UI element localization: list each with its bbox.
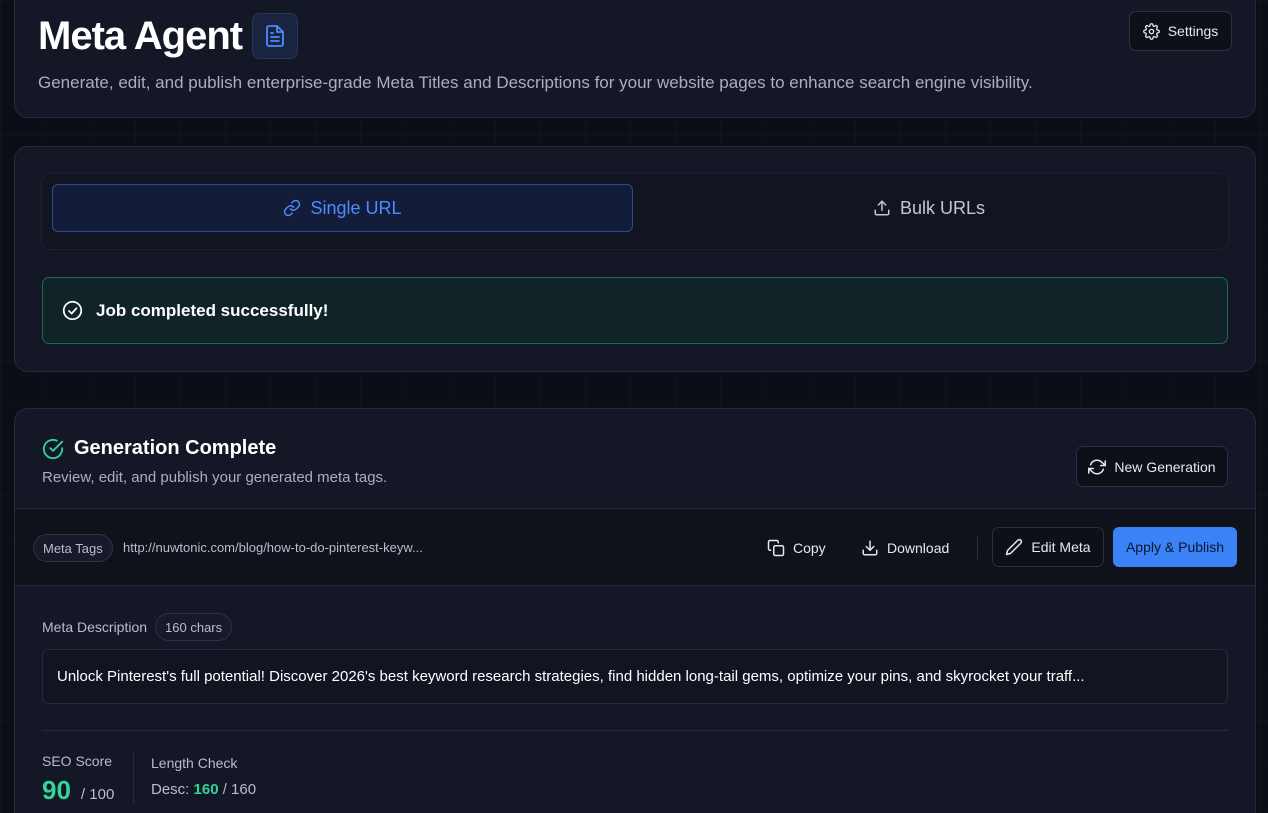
- settings-label: Settings: [1167, 23, 1219, 39]
- pencil-icon: [1005, 538, 1023, 556]
- mode-tabs: Single URL Bulk URLs: [41, 173, 1229, 250]
- char-count-badge: 160 chars: [155, 613, 233, 641]
- edit-meta-label: Edit Meta: [1031, 539, 1091, 555]
- tab-bulk-urls[interactable]: Bulk URLs: [639, 184, 1219, 232]
- edit-meta-button[interactable]: Edit Meta: [992, 527, 1104, 567]
- copy-button[interactable]: Copy: [767, 536, 826, 560]
- results-subtitle: Review, edit, and publish your generated…: [42, 469, 388, 486]
- new-generation-button[interactable]: New Generation: [1076, 446, 1228, 487]
- status-message: Job completed successfully!: [96, 300, 329, 320]
- status-banner: Job completed successfully!: [42, 277, 1228, 344]
- length-check-row: Desc: 160 / 160: [151, 781, 256, 798]
- upload-icon: [873, 199, 891, 217]
- download-icon: [861, 539, 879, 557]
- tab-label: Single URL: [310, 197, 402, 218]
- download-button[interactable]: Download: [861, 536, 949, 560]
- check-circle-icon: [42, 438, 64, 460]
- desc-prefix: Desc:: [151, 781, 190, 798]
- gear-icon: [1142, 22, 1160, 40]
- settings-button[interactable]: Settings: [1129, 11, 1232, 51]
- document-icon: [252, 13, 299, 59]
- check-circle-icon: [62, 300, 83, 321]
- header-card: Meta Agent Generate, edit, and publish e…: [14, 0, 1256, 118]
- app-title: Meta Agent: [38, 13, 243, 58]
- results-title-row: Generation Complete: [42, 437, 276, 460]
- seo-score-row: 90 / 100: [42, 775, 114, 806]
- tab-single-url[interactable]: Single URL: [52, 184, 633, 232]
- page-subtitle: Generate, edit, and publish enterprise-g…: [38, 73, 1033, 92]
- results-card: Generation Complete Review, edit, and pu…: [14, 408, 1256, 813]
- copy-icon: [767, 539, 785, 557]
- new-generation-label: New Generation: [1114, 458, 1216, 475]
- description-label-row: Meta Description 160 chars: [42, 613, 233, 641]
- apply-publish-button[interactable]: Apply & Publish: [1113, 527, 1237, 567]
- meta-toolbar: Meta Tags http://nuwtonic.com/blog/how-t…: [15, 508, 1255, 586]
- copy-label: Copy: [793, 540, 826, 556]
- meta-description-label: Meta Description: [42, 619, 148, 635]
- length-check-label: Length Check: [151, 755, 238, 771]
- seo-score-value: 90: [42, 775, 71, 805]
- stats-separator: [133, 752, 134, 804]
- seo-score-label: SEO Score: [42, 753, 113, 769]
- mode-card: Single URL Bulk URLs Job completed succe…: [14, 146, 1256, 372]
- page-url: http://nuwtonic.com/blog/how-to-do-pinte…: [123, 540, 423, 555]
- seo-score-max: / 100: [80, 786, 115, 803]
- stats-divider: [42, 730, 1228, 731]
- desc-length-max: / 160: [222, 781, 257, 798]
- download-label: Download: [887, 540, 950, 556]
- meta-tags-badge: Meta Tags: [33, 534, 113, 562]
- refresh-icon: [1088, 458, 1107, 476]
- desc-length-value: 160: [193, 781, 219, 798]
- meta-description-text[interactable]: Unlock Pinterest's full potential! Disco…: [42, 649, 1228, 704]
- tab-label: Bulk URLs: [899, 197, 986, 218]
- results-title: Generation Complete: [74, 437, 277, 459]
- toolbar-divider: [977, 537, 978, 559]
- link-icon: [283, 199, 301, 217]
- title-row: Meta Agent: [38, 13, 299, 59]
